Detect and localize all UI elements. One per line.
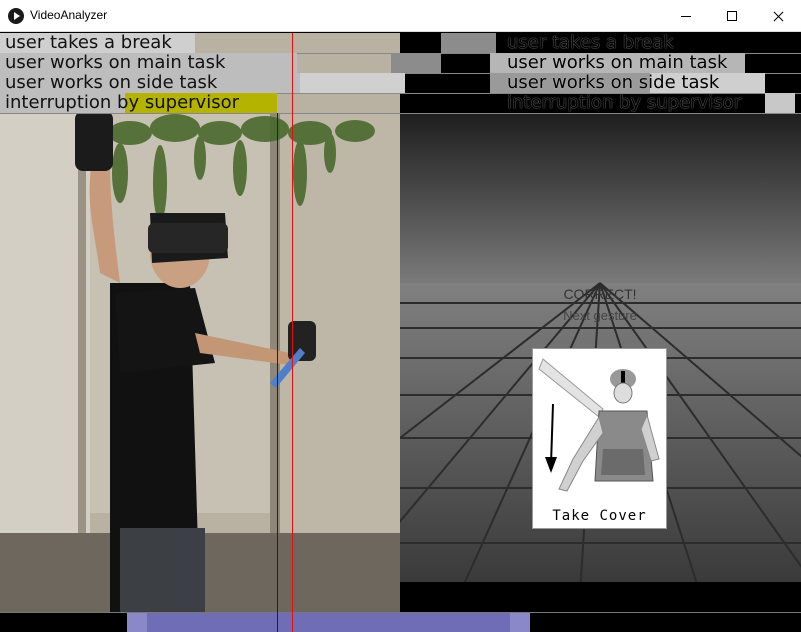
maximize-button[interactable] <box>709 0 755 32</box>
annotation-label-right: user works on main task <box>507 52 728 73</box>
playhead[interactable] <box>292 33 293 632</box>
timeline-segment <box>391 53 441 73</box>
row-divider <box>0 113 801 114</box>
annotation-row-main-task[interactable]: user works on main task user works on ma… <box>0 53 801 73</box>
camera-frame <box>0 33 400 612</box>
annotation-label-right: user takes a break <box>507 32 674 53</box>
timeline-segment <box>300 73 405 93</box>
title-bar: VideoAnalyzer <box>0 0 801 32</box>
close-button[interactable] <box>755 0 801 32</box>
timeline-selection[interactable] <box>127 612 530 632</box>
soldier-illustration <box>538 358 660 492</box>
camera-video[interactable] <box>0 33 400 612</box>
annotation-label: user works on side task <box>5 72 218 93</box>
feedback-text: CORRECT! <box>563 286 637 302</box>
annotation-label: interruption by supervisor <box>5 92 239 113</box>
annotation-row-side-task[interactable]: user works on side task user works on si… <box>0 73 801 93</box>
timeline-segment <box>441 33 496 53</box>
annotation-label: user works on main task <box>5 52 226 73</box>
timeline-track[interactable] <box>0 612 801 632</box>
annotation-label-right: user works on side task <box>507 72 720 93</box>
next-gesture-text: Next gesture <box>563 308 637 323</box>
annotation-row-break[interactable]: user takes a break user takes a break <box>0 33 801 53</box>
annotation-label: user takes a break <box>5 32 172 53</box>
window-title: VideoAnalyzer <box>30 8 108 22</box>
annotation-rows: user takes a break user takes a break us… <box>0 33 801 114</box>
minimize-button[interactable] <box>663 0 709 32</box>
annotation-label-right: interruption by supervisor <box>507 92 741 113</box>
marker-line <box>277 113 278 632</box>
play-icon <box>8 8 24 24</box>
gesture-card: Take Cover <box>532 348 667 529</box>
timeline-divider <box>0 612 801 613</box>
timeline-selection-inner <box>147 612 510 632</box>
gesture-name: Take Cover <box>552 508 647 524</box>
timeline-segment <box>765 93 795 113</box>
annotation-row-supervisor[interactable]: interruption by supervisor interruption … <box>0 93 801 113</box>
